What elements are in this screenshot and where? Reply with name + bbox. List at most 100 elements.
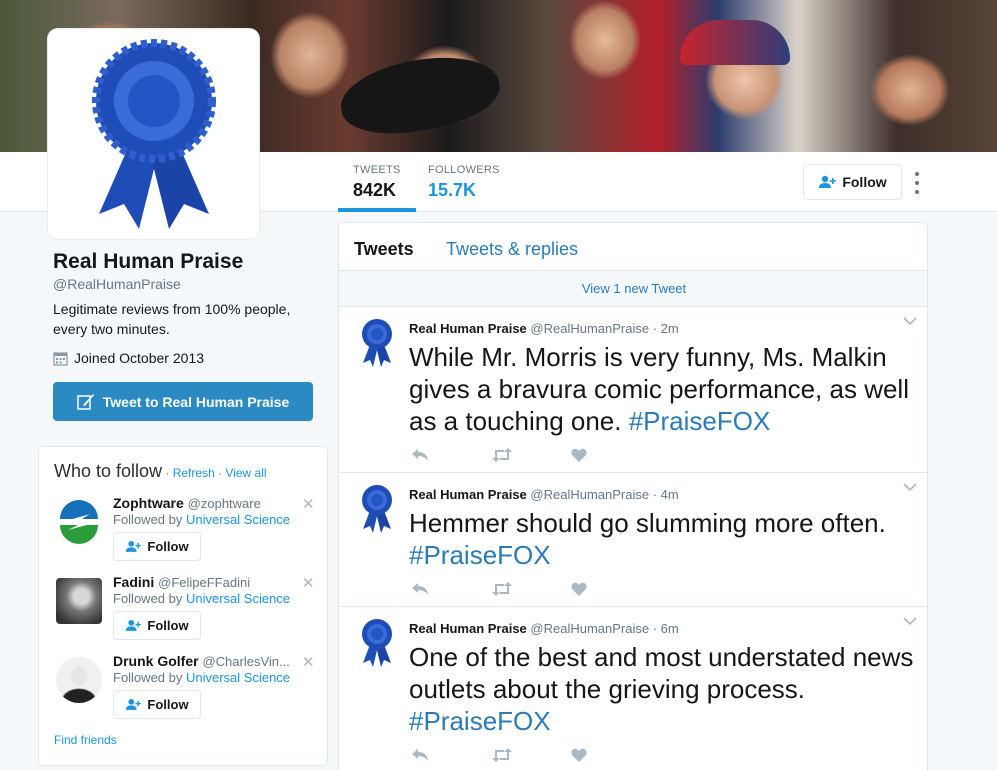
banner-cap-shape — [680, 20, 790, 65]
joined-date-text: Joined October 2013 — [74, 350, 204, 366]
avatar[interactable] — [56, 499, 102, 545]
tweet[interactable]: Real Human Praise @RealHumanPraise · 4m … — [339, 473, 927, 607]
tweet[interactable]: Real Human Praise @RealHumanPraise · 6m … — [339, 607, 927, 770]
blue-ribbon-icon — [91, 39, 216, 229]
tweet-actions — [411, 745, 651, 765]
tweet-avatar-ribbon-icon[interactable] — [359, 617, 395, 667]
followed-by-link[interactable]: Universal Science — [186, 512, 290, 527]
who-to-follow-title: Who to follow — [54, 461, 163, 481]
calendar-icon — [53, 351, 68, 366]
nav-followers-stat[interactable]: FOLLOWERS 15.7K — [413, 164, 515, 212]
tweet-text: Hemmer should go slumming more often. #P… — [409, 508, 886, 570]
followers-stat-value: 15.7K — [428, 180, 477, 200]
tweet-actions — [411, 579, 651, 599]
follow-user-icon — [819, 175, 837, 188]
suggested-user-name[interactable]: Zophtware @zophtware — [113, 495, 313, 511]
tweet-text: While Mr. Morris is very funny, Ms. Malk… — [409, 342, 909, 436]
avatar[interactable] — [56, 657, 102, 703]
hashtag-link[interactable]: #PraiseFOX — [629, 406, 771, 436]
compose-quill-icon — [77, 393, 94, 410]
follow-label: Follow — [147, 697, 189, 712]
tweet-meta: @RealHumanPraise · 4m — [530, 487, 679, 502]
tweet-author-name[interactable]: Real Human Praise — [409, 321, 527, 336]
tab-tweets-and-replies[interactable]: Tweets & replies — [446, 239, 578, 260]
header-separator: · — [162, 466, 173, 480]
zophtware-logo-icon — [56, 499, 102, 545]
hashtag-link[interactable]: #PraiseFOX — [409, 540, 551, 570]
suggested-user-drunk-golfer: Drunk Golfer @CharlesVin... Followed by … — [54, 653, 316, 723]
profile-joined: Joined October 2013 — [53, 350, 204, 366]
tweet-meta: @RealHumanPraise · 2m — [530, 321, 679, 336]
followed-by-link[interactable]: Universal Science — [186, 670, 290, 685]
view-all-link[interactable]: View all — [225, 466, 266, 480]
suggested-follow-button[interactable]: Follow — [113, 532, 201, 561]
timeline-tabs: Tweets Tweets & replies — [339, 223, 927, 271]
followed-by-text: Followed by Universal Science — [113, 670, 291, 685]
reply-icon[interactable] — [411, 445, 491, 465]
tweet-avatar-ribbon-icon[interactable] — [359, 317, 395, 367]
find-friends-link[interactable]: Find friends — [54, 733, 117, 747]
like-heart-icon[interactable] — [571, 579, 651, 599]
tweets-stat-label: TWEETS — [353, 164, 401, 176]
dismiss-close-icon[interactable]: ✕ — [302, 574, 315, 592]
suggested-user-name[interactable]: Fadini @FelipeFFadini — [113, 574, 313, 590]
header-separator: · — [214, 466, 226, 480]
tweet-to-button[interactable]: Tweet to Real Human Praise — [53, 382, 313, 421]
tweet-header: Real Human Praise @RealHumanPraise · 6m — [409, 621, 679, 636]
follow-button-label: Follow — [842, 174, 887, 190]
tweets-stat-value: 842K — [353, 180, 397, 200]
followed-by-text: Followed by Universal Science — [113, 512, 291, 527]
retweet-icon[interactable] — [491, 745, 571, 765]
chevron-down-icon[interactable] — [903, 483, 917, 492]
dismiss-close-icon[interactable]: ✕ — [302, 495, 315, 513]
tab-tweets[interactable]: Tweets — [354, 239, 414, 260]
profile-handle[interactable]: @RealHumanPraise — [53, 276, 181, 292]
tweet-author-name[interactable]: Real Human Praise — [409, 487, 527, 502]
tweet-avatar-ribbon-icon[interactable] — [359, 483, 395, 533]
nav-tweets-stat[interactable]: TWEETS 842K — [338, 164, 416, 212]
reply-icon[interactable] — [411, 579, 491, 599]
follow-label: Follow — [147, 539, 189, 554]
followers-stat-label: FOLLOWERS — [428, 164, 500, 176]
profile-avatar[interactable] — [48, 29, 259, 239]
followed-by-text: Followed by Universal Science — [113, 591, 291, 606]
suggested-follow-button[interactable]: Follow — [113, 690, 201, 719]
followed-by-link[interactable]: Universal Science — [186, 591, 290, 606]
tweet-header: Real Human Praise @RealHumanPraise · 4m — [409, 487, 679, 502]
tweet-header: Real Human Praise @RealHumanPraise · 2m — [409, 321, 679, 336]
follow-user-icon — [126, 540, 142, 552]
follow-user-icon — [126, 698, 142, 710]
follow-label: Follow — [147, 618, 189, 633]
suggested-user-zophtware: Zophtware @zophtware Followed by Univers… — [54, 495, 316, 565]
tweet-text: One of the best and most understated new… — [409, 642, 914, 736]
suggested-user-name[interactable]: Drunk Golfer @CharlesVin... — [113, 653, 313, 669]
chevron-down-icon[interactable] — [903, 617, 917, 626]
tweet-meta: @RealHumanPraise · 6m — [530, 621, 679, 636]
like-heart-icon[interactable] — [571, 745, 651, 765]
hashtag-link[interactable]: #PraiseFOX — [409, 706, 551, 736]
retweet-icon[interactable] — [491, 445, 571, 465]
retweet-icon[interactable] — [491, 579, 571, 599]
tweet-to-button-label: Tweet to Real Human Praise — [102, 393, 290, 410]
who-to-follow-module: Who to follow · Refresh · View all Zopht… — [38, 446, 328, 766]
like-heart-icon[interactable] — [571, 445, 651, 465]
timeline: Tweets Tweets & replies View 1 new Tweet… — [338, 222, 928, 770]
chevron-down-icon[interactable] — [903, 317, 917, 326]
follow-user-icon — [126, 619, 142, 631]
suggested-follow-button[interactable]: Follow — [113, 611, 201, 640]
follow-button[interactable]: Follow — [803, 164, 902, 200]
profile-bio: Legitimate reviews from 100% people, eve… — [53, 301, 291, 337]
profile-name: Real Human Praise — [53, 250, 244, 273]
avatar[interactable] — [56, 578, 102, 624]
tweet-author-name[interactable]: Real Human Praise — [409, 621, 527, 636]
tweet-actions — [411, 445, 651, 465]
reply-icon[interactable] — [411, 745, 491, 765]
dismiss-close-icon[interactable]: ✕ — [302, 653, 315, 671]
suggested-user-fadini: Fadini @FelipeFFadini Followed by Univer… — [54, 574, 316, 644]
who-to-follow-header: Who to follow · Refresh · View all — [54, 461, 267, 482]
tweet[interactable]: Real Human Praise @RealHumanPraise · 2m … — [339, 307, 927, 473]
banner-hat-shape — [335, 46, 505, 144]
more-options-icon[interactable] — [910, 172, 924, 194]
view-new-tweet-banner[interactable]: View 1 new Tweet — [339, 271, 927, 307]
refresh-link[interactable]: Refresh — [173, 466, 215, 480]
